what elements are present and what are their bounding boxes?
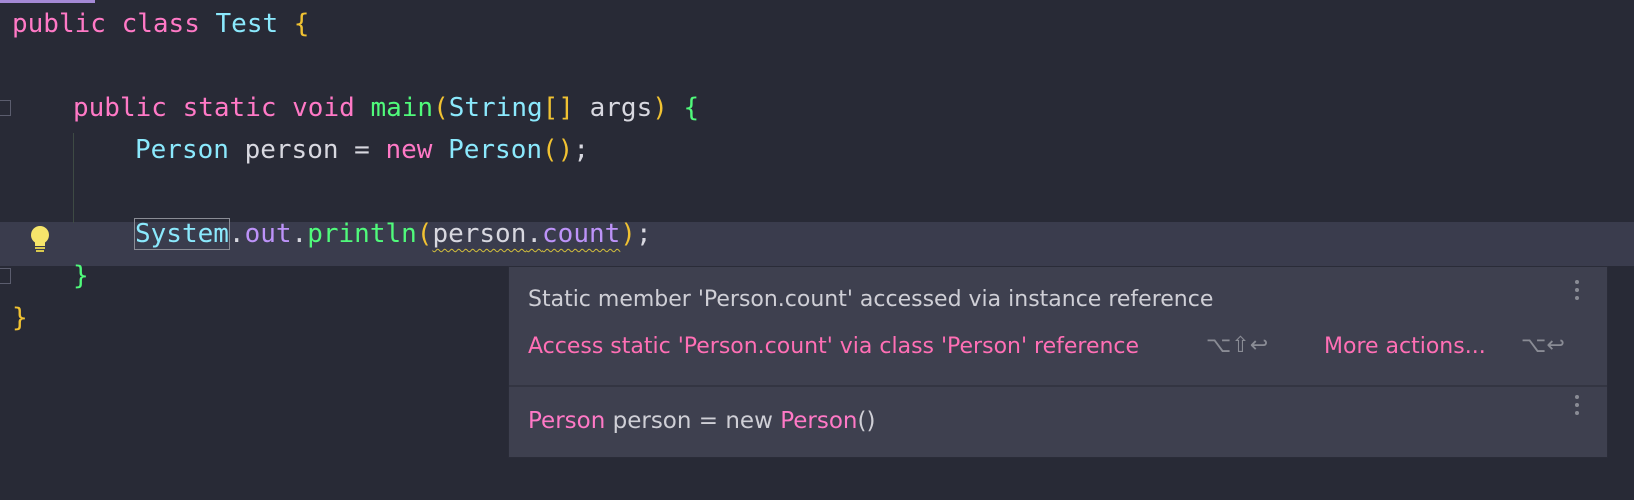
- paren: (: [433, 93, 449, 123]
- class-name: Test: [215, 9, 279, 39]
- popup-menu-icon[interactable]: [1575, 280, 1579, 304]
- type-name: String: [448, 93, 543, 123]
- semicolon: ;: [635, 219, 652, 249]
- operator: =: [354, 135, 370, 165]
- brace: {: [683, 93, 700, 123]
- fold-marker-icon[interactable]: [0, 100, 11, 116]
- keyword: static: [182, 93, 277, 123]
- keyword: class: [121, 9, 200, 39]
- brace: }: [12, 303, 28, 333]
- parameter: args: [589, 93, 653, 123]
- preview-text: person = new: [605, 408, 781, 434]
- dot: .: [526, 219, 543, 249]
- fold-marker-icon[interactable]: [0, 268, 11, 284]
- code-line-3: public static void main(String[] args) {: [73, 88, 699, 128]
- constructor: Person: [448, 135, 543, 165]
- popup-divider: [509, 385, 1607, 387]
- declaration-preview: Person person = new Person(): [528, 408, 875, 434]
- indent-guide: [73, 133, 74, 223]
- preview-constructor: Person: [780, 408, 858, 434]
- warned-static-member[interactable]: count: [542, 219, 620, 249]
- code-line-8: }: [12, 298, 28, 338]
- preview-paren: (): [857, 408, 876, 434]
- method-name: println: [307, 219, 417, 249]
- code-line-6: System.out.println(person.count);: [134, 214, 652, 254]
- keyword: void: [292, 93, 355, 123]
- brace: {: [293, 9, 310, 39]
- keyword: public: [12, 9, 106, 39]
- variable: person: [244, 135, 339, 165]
- inspection-message: Static member 'Person.count' accessed vi…: [528, 287, 1214, 312]
- paren: ): [620, 219, 636, 249]
- dot: .: [291, 219, 308, 249]
- more-actions-shortcut: ⌥↩: [1521, 333, 1565, 358]
- paren: (): [542, 135, 574, 165]
- brace: }: [73, 261, 89, 291]
- more-actions-link[interactable]: More actions...: [1324, 334, 1486, 359]
- keyword: public: [73, 93, 167, 123]
- paren: (: [416, 219, 433, 249]
- code-line-7: }: [73, 256, 89, 296]
- preview-type: Person: [528, 408, 606, 434]
- dot: .: [228, 219, 245, 249]
- inspection-popup: Static member 'Person.count' accessed vi…: [508, 266, 1608, 458]
- class-name: System: [134, 218, 230, 250]
- field-name: out: [244, 219, 292, 249]
- popup-menu-icon[interactable]: [1575, 395, 1579, 419]
- lightbulb-icon[interactable]: [27, 224, 53, 254]
- quick-fix-shortcut: ⌥⇧↩: [1206, 333, 1269, 358]
- array-brackets: []: [542, 93, 574, 123]
- code-line-1: public class Test {: [12, 4, 309, 44]
- semicolon: ;: [573, 135, 589, 165]
- type-name: Person: [135, 135, 229, 165]
- paren: ): [652, 93, 668, 123]
- quick-fix-action[interactable]: Access static 'Person.count' via class '…: [528, 334, 1139, 359]
- warned-instance-reference[interactable]: person: [432, 219, 526, 249]
- method-name: main: [370, 93, 434, 123]
- code-line-4: Person person = new Person();: [135, 130, 589, 170]
- keyword: new: [385, 135, 433, 165]
